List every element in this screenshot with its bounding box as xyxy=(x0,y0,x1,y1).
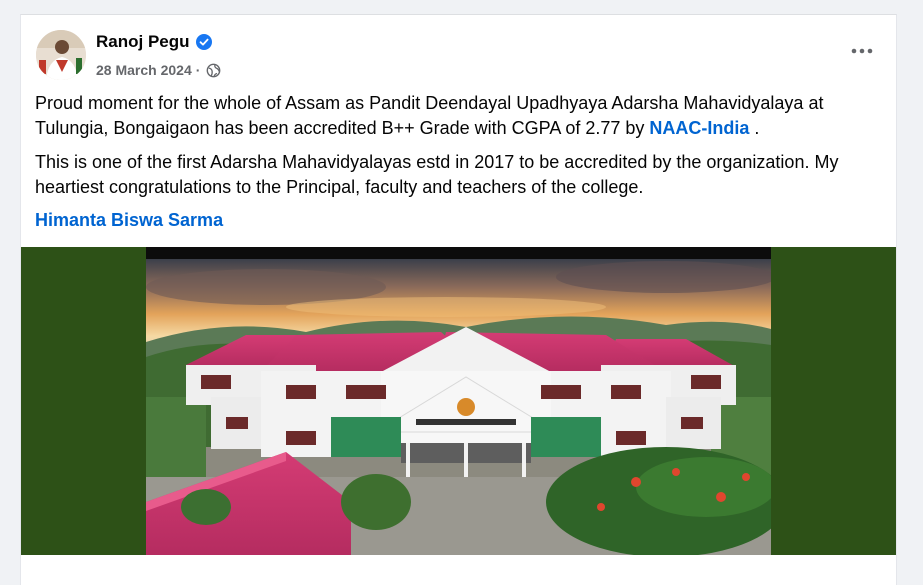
post-photo[interactable] xyxy=(146,247,771,555)
college-building-image xyxy=(146,247,771,555)
post-paragraph-2: This is one of the first Adarsha Mahavid… xyxy=(35,152,839,197)
post-paragraph-1: Proud moment for the whole of Assam as P… xyxy=(35,91,883,141)
post-media[interactable] xyxy=(21,247,896,555)
mention-link[interactable]: Himanta Biswa Sarma xyxy=(35,210,223,231)
verified-badge-icon xyxy=(195,34,212,50)
post-card: Ranoj Pegu 28 March 2024 · Proud moment … xyxy=(20,14,897,585)
more-options-button[interactable] xyxy=(848,39,876,63)
post-date[interactable]: 28 March 2024 xyxy=(96,62,192,78)
paragraph-1-end: . xyxy=(749,118,760,138)
more-options-icon xyxy=(851,48,873,54)
author-name-text[interactable]: Ranoj Pegu xyxy=(96,32,190,52)
feed-background xyxy=(0,0,923,14)
meta-separator: · xyxy=(195,62,201,78)
globe-icon[interactable] xyxy=(206,63,221,78)
naac-india-link[interactable]: NAAC-India xyxy=(649,118,749,138)
avatar[interactable] xyxy=(36,30,86,80)
author-name[interactable]: Ranoj Pegu xyxy=(96,32,212,52)
post-meta: 28 March 2024 · xyxy=(96,62,221,78)
